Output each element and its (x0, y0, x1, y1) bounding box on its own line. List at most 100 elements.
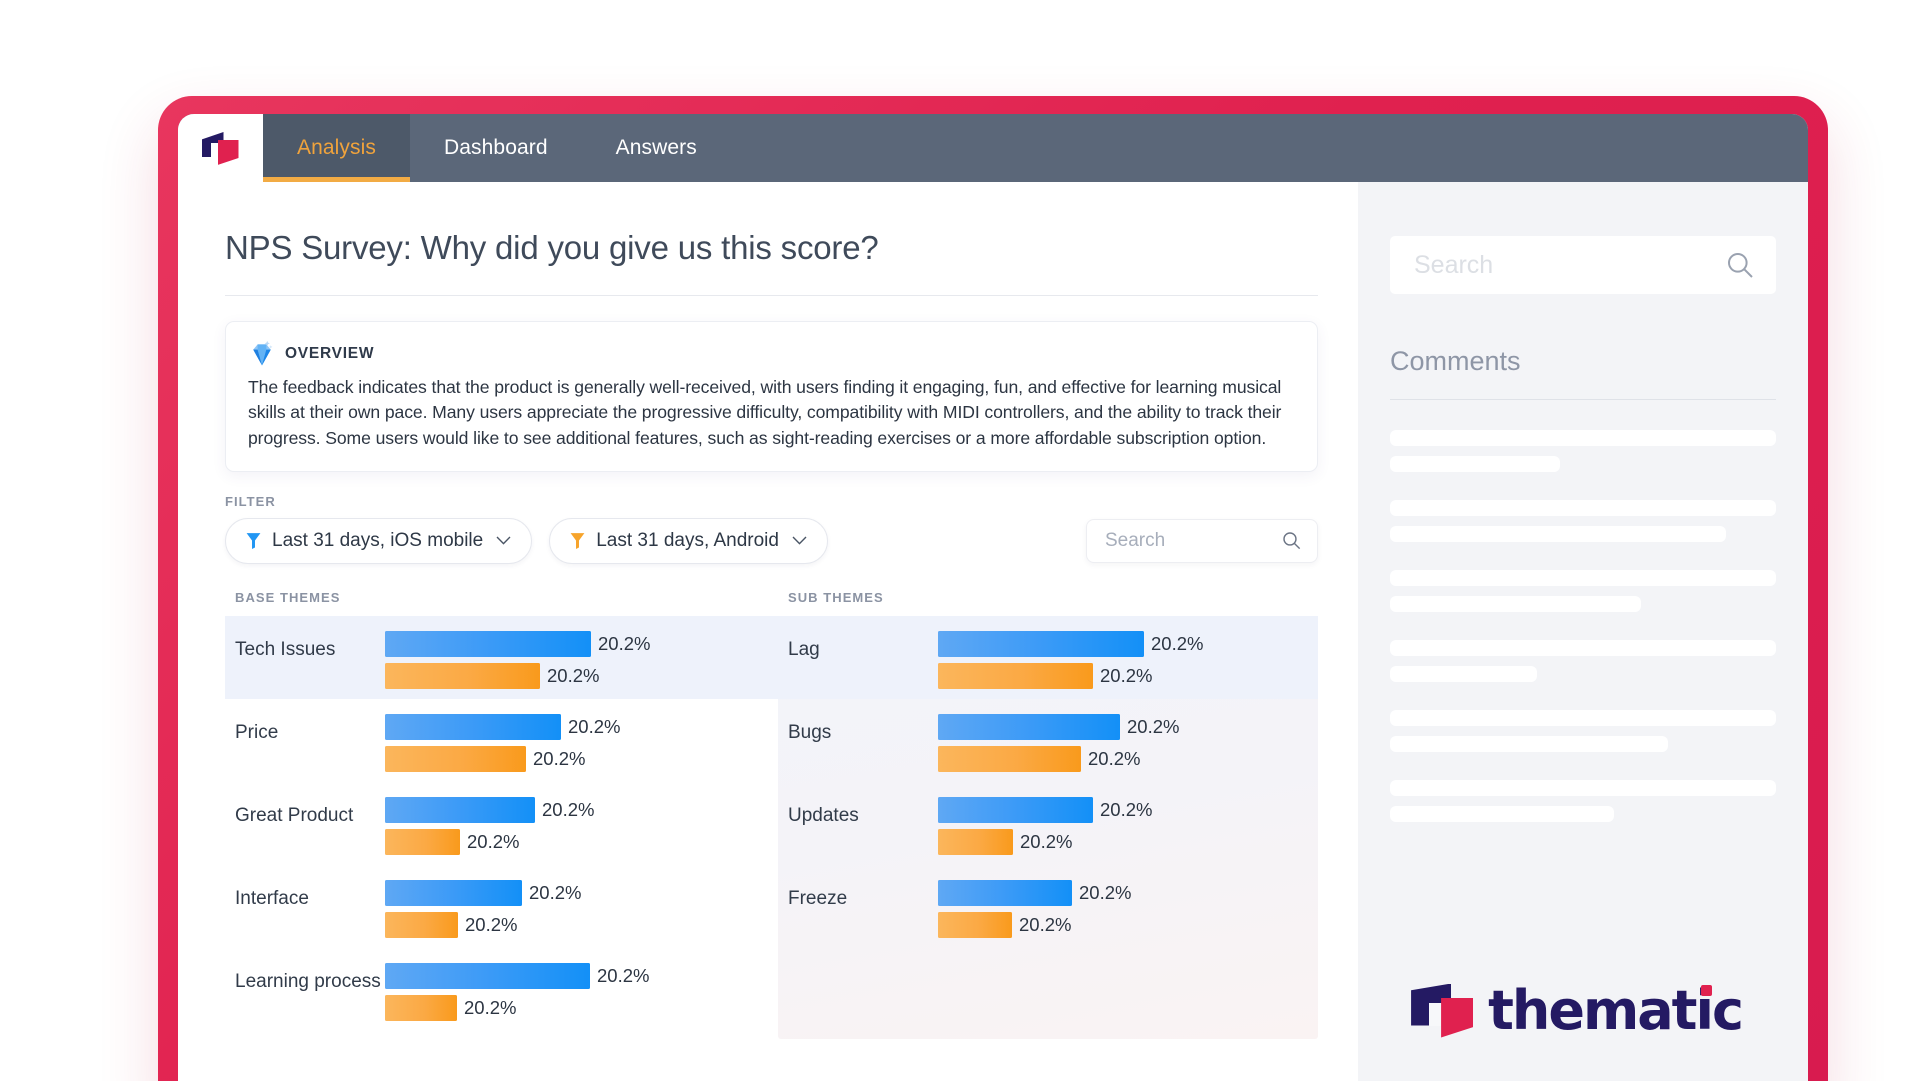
base-theme-bar-value: 20.2% (533, 747, 586, 769)
skeleton-line (1390, 806, 1614, 822)
comment-skeleton (1390, 640, 1776, 682)
thematic-logo-icon (201, 130, 240, 166)
base-theme-bar-value: 20.2% (542, 798, 595, 820)
base-theme-label: Tech Issues (235, 638, 336, 660)
sub-theme-barline: 20.2% (938, 745, 1318, 773)
thematic-branding: thematic (1411, 979, 1744, 1042)
base-theme-barline: 20.2% (385, 796, 778, 824)
comment-skeleton (1390, 780, 1776, 822)
base-theme-bar-ios[interactable] (385, 796, 535, 823)
base-theme-barline: 20.2% (385, 994, 778, 1022)
base-theme-label: Great Product (235, 804, 354, 826)
base-theme-row[interactable]: Learning process 20.2% 20.2% (225, 948, 778, 1031)
base-theme-barline: 20.2% (385, 630, 778, 658)
themes-section: BASE THEMES Tech Issues 20.2% 20.2% Price 20… (225, 590, 1318, 1039)
base-theme-bar-ios[interactable] (385, 962, 590, 989)
sub-theme-bar-value: 20.2% (1127, 715, 1180, 737)
comment-skeleton (1390, 500, 1776, 542)
app-body: NPS Survey: Why did you give us this sco… (178, 182, 1808, 1081)
skeleton-line (1390, 640, 1776, 656)
base-theme-bars: 20.2% 20.2% (385, 791, 778, 860)
base-theme-barline: 20.2% (385, 911, 778, 939)
main-content: NPS Survey: Why did you give us this sco… (178, 182, 1358, 1081)
sub-theme-bar-android[interactable] (938, 745, 1081, 772)
base-theme-bar-android[interactable] (385, 745, 526, 772)
wordmark-accent-dot (1701, 985, 1712, 996)
overview-text: The feedback indicates that the product … (248, 377, 1282, 448)
comments-divider (1390, 399, 1776, 400)
base-theme-bar-android[interactable] (385, 911, 458, 938)
sidebar-search-input[interactable]: Search (1390, 236, 1776, 294)
sub-theme-bar-value: 20.2% (1088, 747, 1141, 769)
skeleton-line (1390, 736, 1668, 752)
filter-chip-ios-label: Last 31 days, iOS mobile (272, 529, 484, 551)
sub-theme-row[interactable]: Freeze 20.2% 20.2% (778, 865, 1318, 948)
comments-sidebar: Search Comments thematic (1358, 182, 1808, 1081)
skeleton-line (1390, 596, 1641, 612)
base-theme-bar-ios[interactable] (385, 630, 591, 657)
tab-dashboard[interactable]: Dashboard (410, 114, 582, 182)
sub-theme-bar-ios[interactable] (938, 630, 1144, 657)
sub-theme-bar-value: 20.2% (1100, 798, 1153, 820)
base-theme-row[interactable]: Great Product 20.2% 20.2% (225, 782, 778, 865)
base-theme-barline: 20.2% (385, 828, 778, 856)
base-theme-label: Interface (235, 887, 309, 909)
filter-funnel-icon (246, 533, 261, 550)
base-theme-bars: 20.2% 20.2% (385, 708, 778, 777)
thematic-wordmark: thematic (1488, 979, 1744, 1042)
filter-chip-ios[interactable]: Last 31 days, iOS mobile (225, 517, 533, 564)
base-theme-row[interactable]: Tech Issues 20.2% 20.2% (225, 615, 778, 699)
sub-theme-barline: 20.2% (938, 630, 1318, 658)
base-theme-bar-android[interactable] (385, 994, 457, 1021)
sub-theme-bar-ios[interactable] (938, 796, 1093, 823)
search-icon[interactable] (1726, 251, 1754, 279)
tab-analysis[interactable]: Analysis (263, 114, 410, 182)
overview-label: OVERVIEW (285, 345, 375, 362)
base-theme-bar-value: 20.2% (598, 632, 651, 654)
sub-theme-label: Lag (788, 638, 820, 660)
base-theme-label: Learning process (235, 970, 381, 992)
sub-theme-bars: 20.2% 20.2% (938, 625, 1318, 694)
app-logo[interactable] (178, 114, 263, 182)
title-divider (225, 295, 1318, 296)
sub-theme-bar-android[interactable] (938, 662, 1093, 689)
base-theme-barline: 20.2% (385, 879, 778, 907)
comment-skeleton (1390, 430, 1776, 472)
base-theme-bar-android[interactable] (385, 662, 540, 689)
base-theme-bar-ios[interactable] (385, 879, 522, 906)
base-theme-bar-value: 20.2% (467, 830, 520, 852)
filter-chip-android-label: Last 31 days, Android (596, 529, 779, 551)
themes-search-placeholder: Search (1105, 529, 1166, 551)
sub-theme-row[interactable]: Bugs 20.2% 20.2% (778, 699, 1318, 782)
base-theme-bar-value: 20.2% (529, 881, 582, 903)
sub-theme-bar-android[interactable] (938, 828, 1013, 855)
base-theme-bar-ios[interactable] (385, 713, 561, 740)
sub-theme-barline: 20.2% (938, 796, 1318, 824)
base-theme-row[interactable]: Price 20.2% 20.2% (225, 699, 778, 782)
comments-heading: Comments (1390, 346, 1521, 376)
sub-theme-bar-android[interactable] (938, 911, 1012, 938)
thematic-logo-icon (1411, 983, 1474, 1038)
skeleton-line (1390, 526, 1726, 542)
sub-theme-bars: 20.2% 20.2% (938, 708, 1318, 777)
search-icon[interactable] (1282, 531, 1301, 550)
chevron-down-icon (496, 536, 511, 546)
base-themes-rows: Tech Issues 20.2% 20.2% Price 20.2% 20.2% Grea… (225, 615, 778, 1031)
sub-theme-row[interactable]: Lag 20.2% 20.2% (778, 615, 1318, 699)
base-theme-bar-android[interactable] (385, 828, 460, 855)
sub-theme-bar-value: 20.2% (1151, 632, 1204, 654)
sub-theme-bar-ios[interactable] (938, 713, 1120, 740)
filter-chip-android[interactable]: Last 31 days, Android (549, 517, 828, 564)
base-theme-row[interactable]: Interface 20.2% 20.2% (225, 865, 778, 948)
chevron-down-icon (792, 536, 807, 546)
sub-theme-row[interactable]: Updates 20.2% 20.2% (778, 782, 1318, 865)
base-theme-bars: 20.2% 20.2% (385, 957, 778, 1026)
tab-answers[interactable]: Answers (582, 114, 731, 182)
top-navigation: Analysis Dashboard Answers (178, 114, 1808, 182)
base-theme-barline: 20.2% (385, 662, 778, 690)
sub-theme-bar-ios[interactable] (938, 879, 1072, 906)
themes-search-input[interactable]: Search (1086, 518, 1318, 563)
comments-skeleton-list (1390, 430, 1776, 822)
skeleton-line (1390, 710, 1776, 726)
tab-dashboard-label: Dashboard (444, 136, 548, 159)
